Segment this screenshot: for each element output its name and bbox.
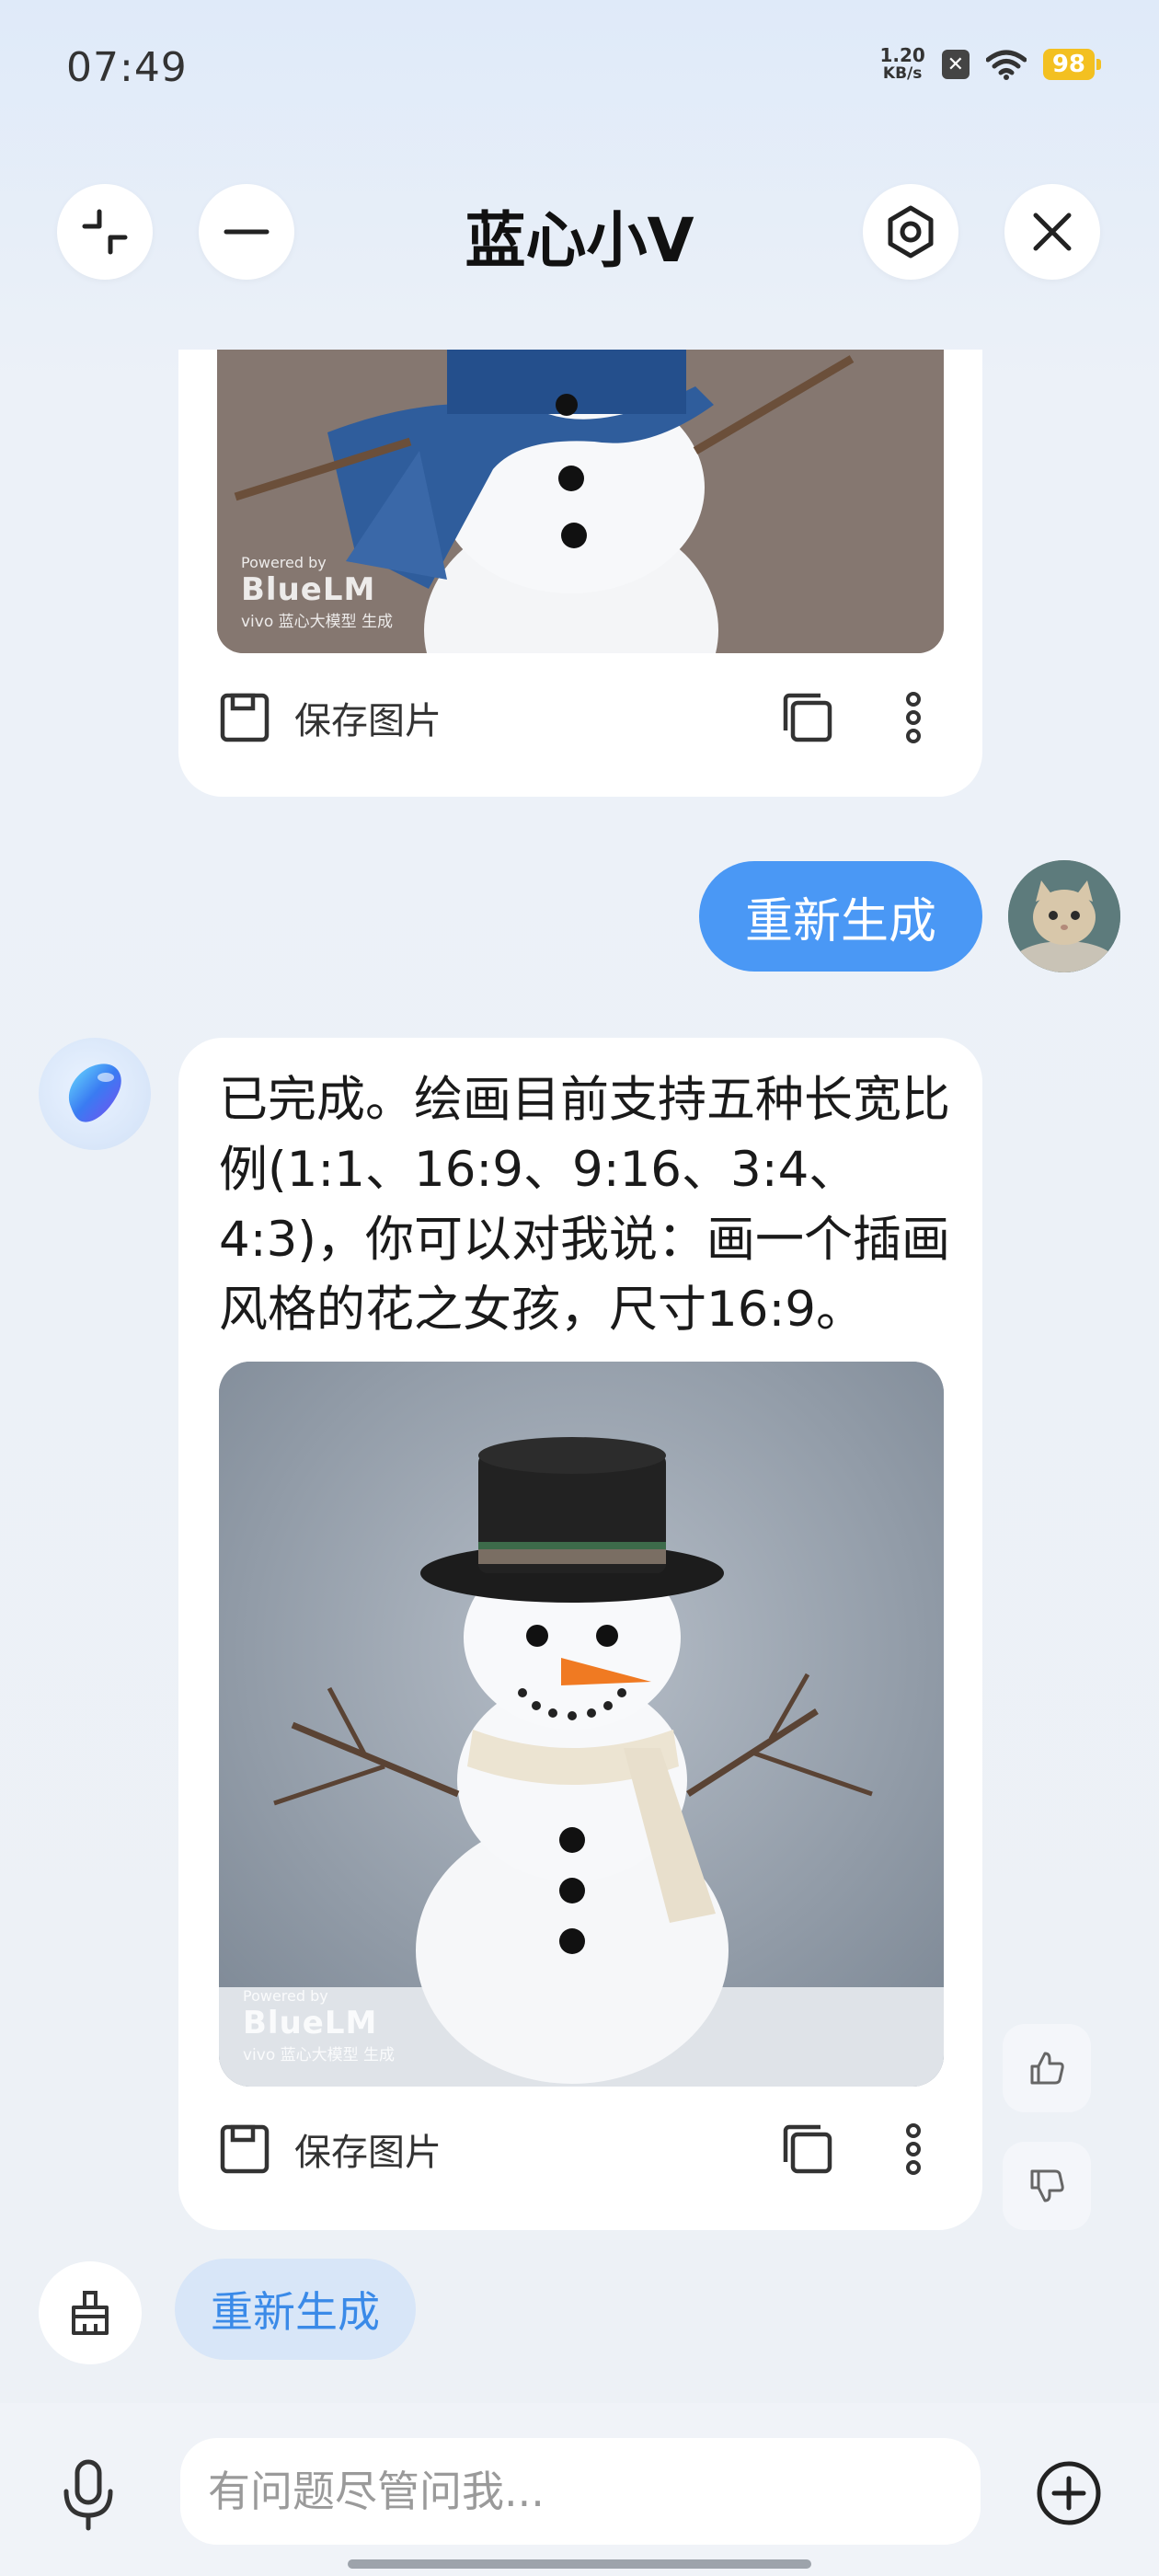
snowman-image (219, 1362, 944, 2087)
dislike-button[interactable] (1003, 2142, 1091, 2230)
wifi-icon (985, 50, 1027, 80)
microphone-icon (63, 2459, 113, 2531)
more-icon[interactable] (900, 690, 927, 745)
generated-image-previous[interactable]: Powered by BlueLM vivo 蓝心大模型 生成 (217, 350, 944, 653)
close-icon (1033, 213, 1072, 251)
thumbs-up-icon (1030, 2052, 1064, 2085)
close-button[interactable] (1004, 184, 1100, 280)
gear-icon (888, 205, 934, 259)
status-icons: 1.20 KB/s ✕ 98 (879, 44, 1102, 83)
user-message-bubble[interactable]: 重新生成 (699, 861, 982, 972)
bluelm-logo-icon (68, 1064, 121, 1122)
message-input[interactable] (208, 2467, 981, 2516)
home-indicator[interactable] (348, 2559, 811, 2569)
add-button[interactable] (1034, 2458, 1104, 2532)
save-image-button[interactable]: 保存图片 (294, 2122, 442, 2176)
save-image-button[interactable]: 保存图片 (294, 691, 442, 744)
generated-image[interactable]: Powered by BlueLM vivo 蓝心大模型 生成 (219, 1362, 944, 2087)
brush-icon (72, 2291, 109, 2335)
settings-button[interactable] (863, 184, 958, 280)
net-speed: 1.20 KB/s (879, 44, 925, 83)
message-input-container[interactable] (180, 2438, 981, 2545)
regenerate-chip[interactable]: 重新生成 (175, 2259, 416, 2360)
no-sim-icon: ✕ (941, 50, 970, 79)
assistant-message-card: 已完成。绘画目前支持五种长宽比例(1:1、16:9、9:16、3:4、4:3)，… (178, 1038, 982, 2230)
image-watermark: Powered by BlueLM vivo 蓝心大模型 生成 (241, 554, 394, 631)
cat-avatar-image (1008, 860, 1120, 972)
status-time: 07:49 (66, 44, 188, 91)
image-watermark: Powered by BlueLM vivo 蓝心大模型 生成 (243, 1987, 396, 2064)
page-title: 蓝心小V (465, 205, 694, 276)
plus-circle-icon (1037, 2461, 1101, 2525)
more-icon[interactable] (900, 2122, 927, 2177)
previous-image-card: Powered by BlueLM vivo 蓝心大模型 生成 保存图片 (178, 350, 982, 797)
copy-icon[interactable] (780, 2122, 835, 2177)
copy-icon[interactable] (780, 690, 835, 745)
clear-context-button[interactable] (39, 2261, 142, 2364)
assistant-avatar (39, 1038, 151, 1150)
image-actions: 保存图片 (217, 690, 944, 745)
image-actions: 保存图片 (217, 2122, 944, 2177)
like-button[interactable] (1003, 2024, 1091, 2112)
save-icon[interactable] (217, 690, 272, 745)
thumbs-down-icon (1030, 2169, 1064, 2202)
battery-indicator: 98 (1042, 49, 1102, 80)
assistant-message-text: 已完成。绘画目前支持五种长宽比例(1:1、16:9、9:16、3:4、4:3)，… (219, 1072, 950, 1338)
user-avatar[interactable] (1008, 860, 1120, 972)
voice-input-button[interactable] (55, 2458, 121, 2536)
save-icon[interactable] (217, 2122, 272, 2177)
